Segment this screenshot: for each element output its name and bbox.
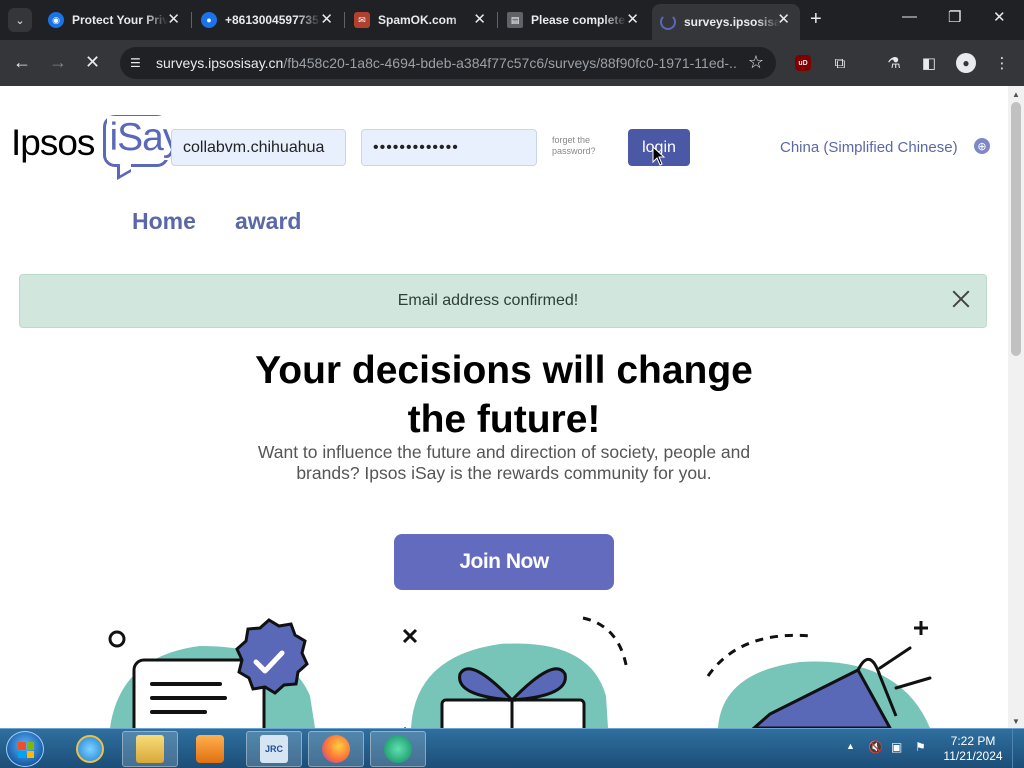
tab-title: Please complete [531, 13, 626, 27]
success-alert: Email address confirmed! [19, 274, 987, 328]
url-path: /fb458c20-1a8c-4694-bdeb-a384f77c57c6/su… [283, 55, 736, 71]
alert-message: Email address confirmed! [397, 292, 579, 309]
tab-1[interactable]: ◉ Protect Your Privacy ✕ [40, 4, 190, 36]
gift-illustration [402, 616, 629, 728]
loading-spinner-icon [660, 14, 676, 30]
show-hidden-icons-icon[interactable]: ▲ [846, 741, 855, 751]
mail-icon: ✉ [354, 12, 370, 28]
tab-active[interactable]: surveys.ipsosisay.cn ✕ [652, 4, 800, 40]
hero-headline: Your decisions will change the future! [0, 346, 1008, 444]
tab-2[interactable]: ● +8613004597735 ✕ [193, 4, 343, 36]
nav-award[interactable]: award [235, 208, 301, 235]
ublock-extension-icon[interactable]: uD [795, 55, 811, 71]
show-desktop-button[interactable] [1012, 729, 1024, 768]
tab-4[interactable]: ▤ Please complete ✕ [499, 4, 649, 36]
url-text[interactable]: surveys.ipsosisay.cn/fb458c20-1a8c-4694-… [156, 55, 736, 71]
close-icon[interactable]: ✕ [320, 12, 333, 28]
forward-arrow-icon[interactable]: → [49, 51, 67, 73]
page-viewport: Ipsos iSay collabvm.chihuahua ••••••••••… [0, 86, 1008, 728]
language-selector[interactable]: China (Simplified Chinese) [780, 139, 958, 156]
browser-toolbar: ← → ✕ ☰ surveys.ipsosisay.cn/fb458c20-1a… [0, 40, 1024, 86]
close-icon[interactable]: ✕ [167, 12, 180, 28]
tab-separator [344, 12, 345, 28]
windows-taskbar: JRC ▲ 🔇 ▣ ⚑ 7:22 PM 11/21/2024 [0, 728, 1024, 768]
site-info-icon[interactable]: ☰ [130, 56, 146, 70]
hero-headline-text: Your decisions will change the future! [255, 349, 753, 441]
tab-strip: ⌄ ◉ Protect Your Privacy ✕ ● +8613004597… [0, 0, 1024, 40]
clock-time: 7:22 PM [950, 734, 996, 748]
join-now-button[interactable]: Join Now [394, 534, 614, 590]
internet-explorer-icon[interactable] [62, 731, 118, 767]
action-center-flag-icon[interactable]: ⚑ [915, 740, 926, 754]
extensions-puzzle-icon[interactable]: ⧉ [830, 53, 850, 73]
window-close-icon[interactable]: ✕ [993, 8, 1006, 26]
close-icon[interactable] [950, 288, 972, 310]
tab-title: surveys.ipsosisay.cn [684, 15, 780, 29]
restore-icon[interactable]: ❐ [948, 8, 961, 26]
clock-date: 11/21/2024 [943, 749, 1003, 763]
scroll-thumb[interactable] [1011, 102, 1021, 356]
file-explorer-icon[interactable] [122, 731, 178, 767]
start-button[interactable] [6, 731, 44, 767]
address-bar[interactable]: ☰ surveys.ipsosisay.cn/fb458c20-1a8c-469… [120, 47, 776, 79]
tab-search-button[interactable]: ⌄ [8, 8, 32, 32]
tab-separator [497, 12, 498, 28]
network-icon[interactable]: ▣ [891, 740, 902, 754]
system-clock[interactable]: 7:22 PM 11/21/2024 [942, 734, 1004, 764]
tab-title: Protect Your Privacy [72, 13, 168, 27]
new-tab-button[interactable]: + [810, 9, 822, 29]
media-player-icon[interactable] [182, 731, 238, 767]
close-icon[interactable]: ✕ [626, 12, 639, 28]
chevron-down-icon: ⌄ [15, 14, 25, 27]
profile-avatar-icon[interactable]: ● [956, 53, 976, 73]
url-host: surveys.ipsosisay.cn [156, 55, 284, 71]
nav-home[interactable]: Home [132, 208, 196, 235]
megaphone-illustration [706, 621, 932, 728]
globe-icon[interactable]: ⊕ [974, 138, 990, 154]
shield-icon: ◉ [48, 12, 64, 28]
ipsos-isay-logo[interactable]: Ipsos iSay [11, 112, 184, 181]
chat-bubble-icon: ● [201, 12, 217, 28]
feature-illustrations [108, 616, 932, 728]
tab-separator [191, 12, 192, 28]
close-icon[interactable]: ✕ [777, 12, 790, 28]
isay-bubble-logo: iSay [103, 112, 184, 181]
tab-title: SpamOK.com [378, 13, 457, 27]
page-icon: ▤ [507, 12, 523, 28]
side-panel-icon[interactable]: ◧ [919, 53, 939, 73]
windows-logo-icon [18, 742, 34, 758]
menu-kebab-icon[interactable]: ⋮ [992, 53, 1012, 73]
survey-check-illustration [108, 618, 315, 728]
bookmark-star-icon[interactable]: ☆ [748, 52, 764, 73]
tab-3[interactable]: ✉ SpamOK.com ✕ [346, 4, 496, 36]
minimize-icon[interactable]: — [902, 8, 917, 25]
jrc-icon[interactable]: JRC [246, 731, 302, 767]
volume-muted-icon[interactable]: 🔇 [868, 740, 883, 754]
close-icon[interactable]: ✕ [473, 12, 486, 28]
mouse-cursor-icon [652, 146, 666, 166]
logo-ipsos-text: Ipsos [11, 122, 95, 163]
password-input[interactable]: ••••••••••••• [361, 129, 537, 166]
labs-flask-icon[interactable]: ⚗ [884, 53, 904, 73]
page-scrollbar[interactable]: ▲ ▼ [1008, 86, 1024, 728]
forgot-password-link[interactable]: forget the password? [552, 135, 612, 157]
scroll-down-icon[interactable]: ▼ [1012, 717, 1020, 726]
back-arrow-icon[interactable]: ← [13, 51, 31, 73]
scroll-up-icon[interactable]: ▲ [1012, 90, 1020, 99]
hero-subtext: Want to influence the future and directi… [257, 442, 751, 483]
firefox-icon[interactable] [308, 731, 364, 767]
stop-loading-icon[interactable]: ✕ [85, 51, 100, 73]
tab-title: +8613004597735 [225, 13, 319, 27]
username-input[interactable]: collabvm.chihuahua [171, 129, 346, 166]
browser-icon[interactable] [370, 731, 426, 767]
